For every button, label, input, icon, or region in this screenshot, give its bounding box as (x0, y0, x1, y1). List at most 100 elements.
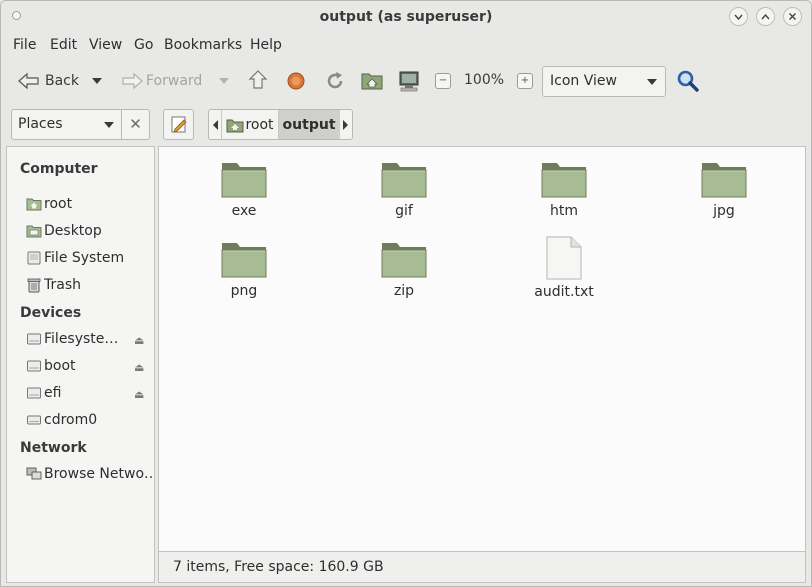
sidebar-item-label: Desktop (44, 223, 102, 239)
filesystem-icon (27, 251, 41, 265)
zoom-in-button[interactable]: + (517, 73, 533, 89)
sidebar-item-label: Filesyste… (44, 331, 119, 347)
file-item-folder[interactable]: htm (504, 159, 624, 219)
view-mode-value: Icon View (550, 73, 617, 89)
sidebar-item-file-system[interactable]: File System (26, 250, 154, 266)
computer-icon (399, 71, 419, 92)
breadcrumb-scroll-left[interactable] (209, 110, 221, 139)
stop-button[interactable] (286, 71, 306, 91)
forward-history-dropdown[interactable] (219, 78, 229, 84)
breadcrumb-item-output[interactable]: output (277, 110, 340, 139)
file-name: jpg (713, 203, 735, 219)
folder-icon (701, 163, 747, 198)
menu-help[interactable]: Help (250, 37, 282, 53)
file-manager-window: output (as superuser) File Edit View Go … (0, 0, 812, 587)
plus-icon: + (520, 75, 530, 86)
menu-bookmarks[interactable]: Bookmarks (164, 37, 242, 53)
breadcrumb: root output (208, 109, 353, 140)
drive-icon (27, 333, 41, 345)
optical-drive-icon (27, 415, 41, 425)
folder-icon (381, 243, 427, 278)
folder-icon (221, 163, 267, 198)
file-icon-view[interactable]: exe gif htm jpg png zip audit.txt (158, 146, 806, 552)
chevron-down-icon (219, 78, 229, 84)
forward-button[interactable]: Forward (120, 70, 202, 92)
breadcrumb-item-root[interactable]: root (221, 110, 277, 139)
up-arrow-icon (248, 70, 268, 89)
sidebar-item-label: Trash (44, 277, 81, 293)
sidebar-item-root[interactable]: root (26, 196, 154, 212)
back-history-dropdown[interactable] (92, 78, 102, 84)
minimize-button[interactable] (729, 7, 748, 26)
drive-icon (27, 387, 41, 399)
minus-icon: − (438, 75, 448, 86)
back-button[interactable]: Back (17, 70, 79, 92)
file-item-folder[interactable]: exe (184, 159, 304, 219)
menu-edit[interactable]: Edit (50, 37, 77, 53)
eject-icon[interactable]: ⏏ (134, 388, 144, 401)
file-name: exe (231, 203, 257, 219)
home-button[interactable] (361, 70, 383, 90)
chevron-right-icon (343, 119, 349, 130)
sidebar-item-browse-network[interactable]: Browse Netwo… (26, 466, 154, 482)
sidebar-item-label: efi (44, 385, 62, 401)
sidebar-item-trash[interactable]: Trash (26, 277, 154, 293)
reload-icon (327, 72, 343, 89)
breadcrumb-scroll-right[interactable] (340, 110, 352, 139)
reload-button[interactable] (324, 70, 346, 92)
eject-icon[interactable]: ⏏ (134, 334, 144, 347)
window-title: output (as superuser) (319, 9, 493, 25)
menu-bar: File Edit View Go Bookmarks Help (1, 34, 811, 58)
breadcrumb-label: root (245, 116, 274, 133)
back-label: Back (45, 73, 79, 89)
menu-go[interactable]: Go (134, 37, 153, 53)
desktop-folder-icon (26, 225, 42, 238)
section-computer: Computer (20, 161, 98, 177)
breadcrumb-label: output (282, 116, 336, 133)
forward-label: Forward (146, 73, 203, 89)
sidebar-item-cdrom0[interactable]: cdrom0 (26, 412, 154, 428)
toggle-location-entry-button[interactable] (163, 109, 194, 140)
maximize-button[interactable] (756, 7, 775, 26)
file-name: png (230, 283, 258, 299)
sidebar-item-label: Browse Netwo… (44, 466, 154, 482)
menu-file[interactable]: File (13, 37, 36, 53)
search-button[interactable] (676, 69, 700, 93)
file-name: htm (550, 203, 578, 219)
zoom-level: 100% (464, 72, 505, 88)
close-button[interactable] (783, 7, 802, 26)
eject-icon[interactable]: ⏏ (134, 361, 144, 374)
sidebar-mode-select[interactable]: Places (11, 109, 122, 140)
file-item-folder[interactable]: jpg (664, 159, 784, 219)
back-arrow-icon (18, 72, 39, 90)
places-sidebar: Computer root Desktop File System Trash … (6, 146, 155, 583)
view-mode-select[interactable]: Icon View (542, 66, 666, 97)
folder-icon (541, 163, 587, 198)
file-item-folder[interactable]: png (184, 239, 304, 299)
home-folder-icon (361, 73, 383, 90)
file-item-folder[interactable]: gif (344, 159, 464, 219)
file-name: audit.txt (534, 284, 594, 300)
home-folder-icon (226, 119, 244, 132)
file-item-text-file[interactable]: audit.txt (504, 236, 624, 300)
sidebar-item-desktop[interactable]: Desktop (26, 223, 154, 239)
file-name: gif (395, 203, 413, 219)
chevron-left-icon (212, 119, 218, 130)
stop-icon (287, 72, 305, 90)
title-bar[interactable]: output (as superuser) (1, 1, 811, 34)
computer-button[interactable] (398, 70, 420, 92)
sidebar-item-label: cdrom0 (44, 412, 98, 428)
section-devices: Devices (20, 305, 82, 321)
trash-icon (27, 278, 41, 293)
sidebar-item-label: boot (44, 358, 76, 374)
chevron-down-icon (647, 79, 657, 85)
chevron-down-icon (104, 122, 114, 128)
status-text: 7 items, Free space: 160.9 GB (173, 559, 384, 575)
close-sidebar-button[interactable]: ✕ (121, 109, 150, 140)
network-icon (26, 467, 42, 480)
file-item-folder[interactable]: zip (344, 239, 464, 299)
up-button[interactable] (248, 69, 268, 91)
zoom-out-button[interactable]: − (435, 73, 451, 89)
sidebar-mode-value: Places (18, 116, 63, 132)
menu-view[interactable]: View (89, 37, 122, 53)
